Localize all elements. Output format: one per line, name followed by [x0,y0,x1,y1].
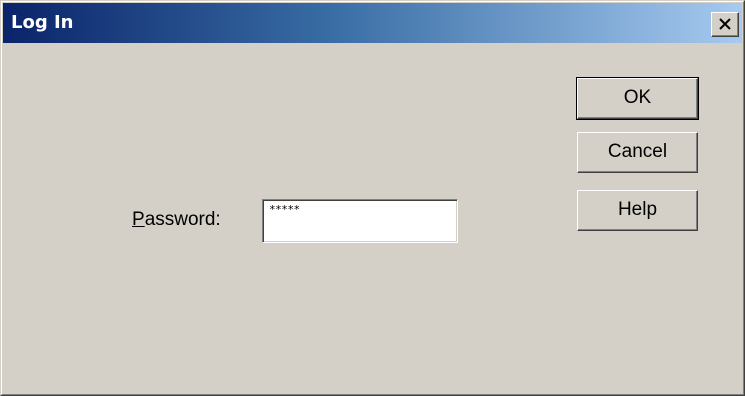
close-icon [719,18,731,30]
password-field[interactable]: ***** [262,199,458,243]
window-title: Log In [11,12,74,33]
password-label-access-key: P [132,209,145,230]
password-masked-value: ***** [269,203,300,216]
title-bar[interactable]: Log In [3,3,742,43]
cancel-button[interactable]: Cancel [577,132,698,173]
help-button[interactable]: Help [577,190,698,231]
password-label-text: assword: [144,209,221,230]
ok-button[interactable]: OK [576,77,699,120]
password-label: Password: [132,208,221,232]
login-dialog: Log In OK Cancel Help Password: ***** [0,0,745,396]
close-button[interactable] [711,12,739,37]
